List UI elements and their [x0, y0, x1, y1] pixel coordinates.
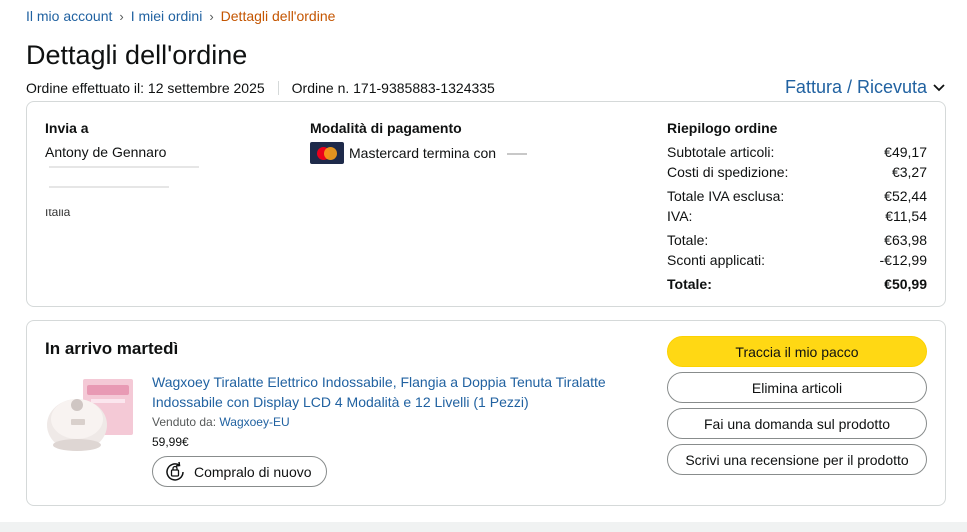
shipping-name: Antony de Gennaro [45, 144, 167, 160]
chevron-down-icon [933, 83, 945, 91]
page-title: Dettagli dell'ordine [26, 40, 248, 70]
order-number: Ordine n. 171-9385883-1324335 [291, 80, 495, 96]
breadcrumb-current: Dettagli dell'ordine [220, 8, 336, 24]
order-details-box: Invia a Antony de Gennaro Italia Modalit… [26, 101, 946, 307]
remove-items-button[interactable]: Elimina articoli [667, 372, 927, 403]
page-footer-band [0, 522, 967, 532]
refresh-bag-icon [166, 461, 184, 481]
breadcrumb-separator: › [209, 8, 214, 24]
shipping-country: Italia [45, 205, 71, 219]
breadcrumb-my-account[interactable]: Il mio account [26, 8, 112, 24]
invoice-dropdown[interactable]: Fattura / Ricevuta [785, 77, 945, 98]
summary-grand-total: Totale: €50,99 [667, 276, 927, 292]
invoice-label: Fattura / Ricevuta [784, 77, 927, 97]
payment-heading: Modalità di pagamento [310, 120, 462, 136]
buy-again-button[interactable]: Compralo di nuovo [152, 456, 327, 487]
summary-total: Totale: €63,98 [667, 232, 927, 248]
product-price: 59,99€ [152, 435, 189, 449]
divider [277, 81, 279, 95]
breadcrumb: Il mio account › I miei ordini › Dettagl… [26, 8, 335, 24]
arrival-status: In arrivo martedì [45, 339, 179, 358]
shipping-heading: Invia a [45, 120, 89, 136]
breadcrumb-separator: › [119, 8, 124, 24]
buy-again-label: Compralo di nuovo [194, 463, 312, 480]
left-margin [0, 0, 7, 532]
redacted-card-digits [507, 153, 527, 155]
seller-link[interactable]: Wagxoey-EU [219, 415, 289, 429]
redacted-address [49, 186, 169, 188]
shipment-box: In arrivo martedì Wagxoey Tiralatte Elet… [26, 320, 946, 506]
product-title-link[interactable]: Wagxoey Tiralatte Elettrico Indossabile,… [152, 372, 632, 412]
summary-shipping: Costi di spedizione: €3,27 [667, 164, 927, 180]
ask-question-button[interactable]: Fai una domanda sul prodotto [667, 408, 927, 439]
sold-by: Venduto da: Wagxoey-EU [152, 415, 290, 429]
payment-card-text: Mastercard termina con [349, 145, 497, 161]
breadcrumb-my-orders[interactable]: I miei ordini [131, 8, 203, 24]
track-package-button[interactable]: Traccia il mio pacco [667, 336, 927, 367]
summary-discounts: Sconti applicati: -€12,99 [667, 252, 927, 268]
mastercard-icon [310, 142, 344, 164]
redacted-address [49, 166, 199, 168]
order-date: Ordine effettuato il: 12 settembre 2025 [26, 80, 265, 96]
summary-total-excl-vat: Totale IVA esclusa: €52,44 [667, 188, 927, 204]
summary-heading: Riepilogo ordine [667, 120, 778, 136]
summary-vat: IVA: €11,54 [667, 208, 927, 224]
order-meta: Ordine effettuato il: 12 settembre 2025 … [26, 80, 495, 96]
summary-subtotal: Subtotale articoli: €49,17 [667, 144, 927, 160]
product-image[interactable] [45, 375, 135, 455]
sold-by-label: Venduto da: [152, 415, 217, 429]
write-review-button[interactable]: Scrivi una recensione per il prodotto [667, 444, 927, 475]
